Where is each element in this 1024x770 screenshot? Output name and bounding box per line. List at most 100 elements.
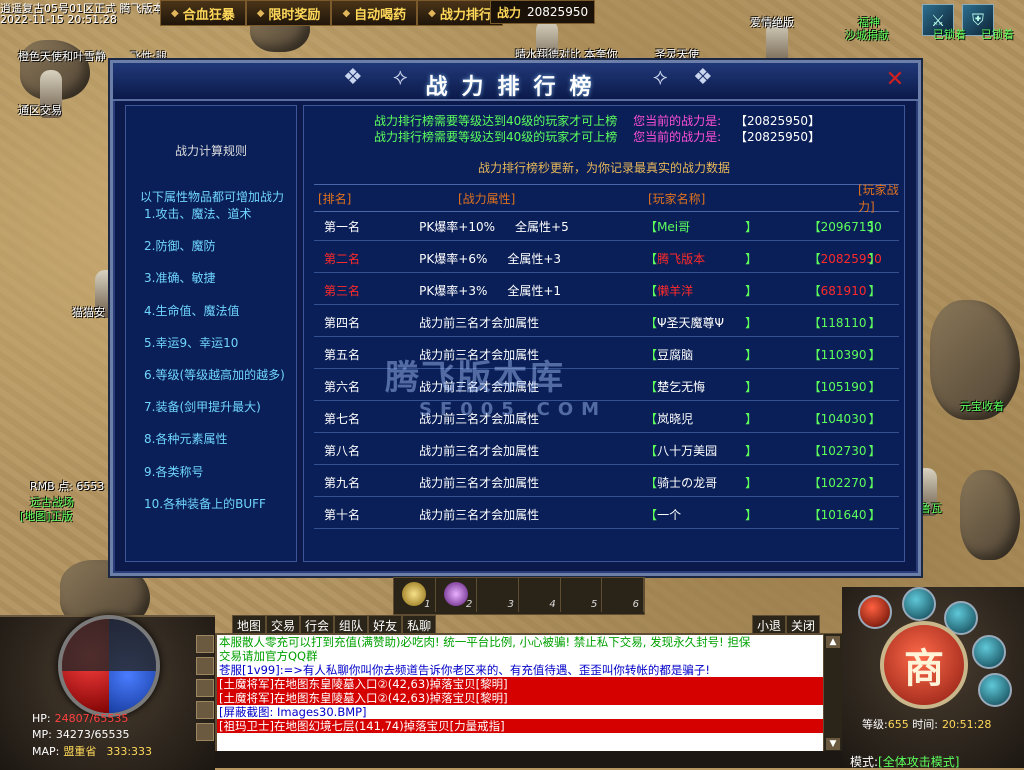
server-datetime: 2022-11-15 20:51:28 <box>0 13 117 26</box>
player-name-cell: 【楚乞无悔 】 <box>645 378 799 395</box>
rock <box>960 470 1020 560</box>
scroll-up-icon[interactable]: ▲ <box>826 636 840 648</box>
bracket-open: 【 <box>808 315 821 330</box>
bracket-open: 【 <box>645 507 658 522</box>
bracket-open: 【 <box>808 347 821 362</box>
rank-cell: 第六名 <box>324 379 361 394</box>
level-value: 655 <box>887 718 909 731</box>
chat-button[interactable] <box>196 679 214 697</box>
player-name: Ψ圣天魔尊Ψ <box>657 315 724 330</box>
dialog-header[interactable]: ❖ ⟡ 战力排行榜 ⟡ ❖ ✕ <box>113 63 918 101</box>
chat-side-buttons <box>196 635 214 741</box>
power-value: 20825950 <box>527 5 589 19</box>
bracket-open: 【 <box>808 475 821 490</box>
attribute-primary: PK爆率+3% <box>419 283 488 298</box>
skill-caption: 已锁着 <box>981 28 1014 41</box>
power-cell: 【104030】 <box>799 410 899 427</box>
chat-message: [土魔将军]在地图东皇陵墓入口②(42,63)掉落宝贝[黎明] <box>217 677 824 691</box>
attribute-primary: 战力前三名才会加属性 <box>419 475 540 490</box>
power-cell: 【102730】 <box>799 442 899 459</box>
npc-name-label: [地图]正版 <box>20 510 73 523</box>
attribute-cell: 战力前三名才会加属性 <box>369 506 645 523</box>
chat-button[interactable] <box>196 701 214 719</box>
player-name-cell: 【一个 】 <box>645 506 799 523</box>
chat-button[interactable] <box>196 657 214 675</box>
npc-name-label: 元宝收着 <box>960 400 1004 413</box>
notice-line: 战力排行榜需要等级达到40级的玩家才可上榜 您当前的战力是: 【20825950… <box>374 128 820 145</box>
chat-button[interactable] <box>196 723 214 741</box>
player-name-cell: 【腾飞版本 】 <box>645 250 799 267</box>
ranking-row[interactable]: 第一名 PK爆率+10% 全属性+5 【Mei哥】【20967150】 <box>314 212 899 241</box>
slot-number: 4 <box>549 599 556 610</box>
shop-button[interactable]: 商 <box>880 621 968 709</box>
rule-item: 3.准确、敏捷 <box>144 271 216 286</box>
ranking-row[interactable]: 第三名 PK爆率+3% 全属性+1 【懒羊洋】【681910】 <box>314 276 899 305</box>
bracket-close: 】 <box>868 443 881 458</box>
rule-item: 8.各种元素属性 <box>144 432 228 447</box>
notice-text: 战力排行榜需要等级达到40级的玩家才可上榜 <box>374 130 618 144</box>
belt-slot[interactable]: 1 <box>394 578 436 612</box>
bracket-open: 【 <box>645 347 658 362</box>
ranking-row[interactable]: 第八名 战力前三名才会加属性 【八十万美园】【102730】 <box>314 436 899 465</box>
belt-slot[interactable]: 5 <box>561 578 603 612</box>
player-name: 岚晓児 <box>657 411 694 426</box>
belt-slot[interactable]: 6 <box>602 578 645 612</box>
ranking-row[interactable]: 第十名 战力前三名才会加属性 【一个】【101640】 <box>314 500 899 529</box>
ranking-row[interactable]: 第四名 战力前三名才会加属性 【Ψ圣天魔尊Ψ】【118110】 <box>314 308 899 337</box>
bracket-open: 【 <box>808 283 821 298</box>
bracket-open: 【 <box>808 379 821 394</box>
player-name-cell: 【岚晓児 】 <box>645 410 799 427</box>
potion-belt: 1 2 3 4 5 6 <box>393 577 645 615</box>
power-cell: 【102270】 <box>799 474 899 491</box>
menu-label: 合血狂暴 <box>182 7 235 23</box>
attribute-secondary: 全属性+5 <box>515 219 569 234</box>
slot-number: 6 <box>632 599 640 610</box>
attribute-cell: PK爆率+6% 全属性+3 <box>369 250 645 267</box>
ranking-row[interactable]: 第九名 战力前三名才会加属性 【骑士の龙哥】【102270】 <box>314 468 899 497</box>
chat-log[interactable]: 本服散人零充可以打到充值(满赞助)必吃肉! 统一平台比例, 小心被骗! 禁止私下… <box>215 633 826 755</box>
scroll-down-icon[interactable]: ▼ <box>826 738 840 750</box>
rank-cell: 第四名 <box>324 315 361 330</box>
bracket-open: 【 <box>645 283 658 298</box>
hp-line: HP: 24807/65535 <box>32 712 128 725</box>
chat-scrollbar[interactable]: ▲ ▼ <box>823 633 843 753</box>
bracket-close: 】 <box>868 411 881 426</box>
notice-text: 战力排行榜需要等级达到40级的玩家才可上榜 <box>374 114 618 128</box>
belt-slot[interactable]: 4 <box>519 578 561 612</box>
rank-cell: 第七名 <box>324 411 361 426</box>
belt-slot[interactable]: 3 <box>477 578 520 612</box>
notice-line: 战力排行榜需要等级达到40级的玩家才可上榜 您当前的战力是: 【20825950… <box>374 112 820 129</box>
map-label: MAP: <box>32 745 60 758</box>
ranking-row[interactable]: 第二名 PK爆率+6% 全属性+3 【腾飞版本】【20825950】 <box>314 244 899 273</box>
attribute-secondary: 全属性+1 <box>507 283 562 298</box>
bracket-close: 】 <box>745 411 758 426</box>
close-icon[interactable]: ✕ <box>884 69 906 91</box>
map-coords: 333:333 <box>106 745 153 758</box>
menu-auto-potion[interactable]: ◆ 自动喝药 <box>331 0 418 26</box>
player-power: 110390 <box>820 347 867 362</box>
map-name: 盟重省 <box>63 745 97 758</box>
menu-blood-rage[interactable]: ◆ 合血狂暴 <box>160 0 246 26</box>
rule-item: 7.装备(剑甲提升最大) <box>144 400 261 415</box>
chat-button[interactable] <box>196 635 214 653</box>
player-name: 骑士の龙哥 <box>657 475 718 490</box>
attack-mode-line[interactable]: 模式:[全体攻击模式] <box>850 753 959 770</box>
character-icon[interactable] <box>902 587 936 621</box>
settings-icon[interactable] <box>972 635 1006 669</box>
belt-slot[interactable]: 2 <box>436 578 478 612</box>
attribute-primary: PK爆率+10% <box>419 219 496 234</box>
trade-npc-label: 通区交易 <box>18 104 62 117</box>
npc-name-label: 沙城捐献 <box>845 29 889 42</box>
rule-item: 10.各种装备上的BUFF <box>144 496 266 511</box>
notice-value: 【20825950】 <box>734 130 821 144</box>
guild-icon[interactable] <box>978 673 1012 707</box>
hp-mp-orb <box>58 615 160 717</box>
menu-time-reward[interactable]: ◆ 限时奖励 <box>245 0 332 26</box>
skill-caption: 已锁着 <box>933 28 966 41</box>
bracket-close: 】 <box>745 315 758 330</box>
bag-icon[interactable] <box>858 595 892 629</box>
player-name-cell: 【豆腐脑 】 <box>645 346 799 363</box>
notice-label: 您当前的战力是: <box>633 114 722 128</box>
level-line: 等级:655 时间: 20:51:28 <box>862 716 991 732</box>
power-cell: 【20825950】 <box>799 250 899 267</box>
